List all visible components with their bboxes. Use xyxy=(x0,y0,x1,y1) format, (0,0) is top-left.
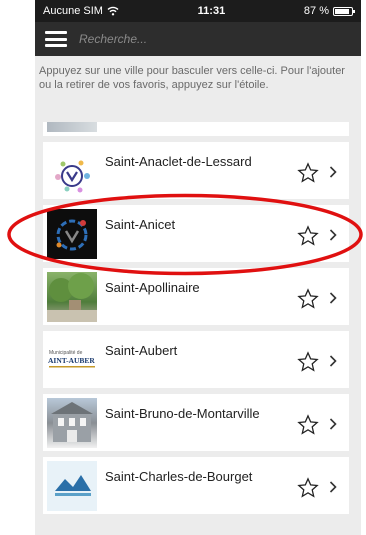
city-row-saint-aubert[interactable]: Municipalité de AINT-AUBER Saint-Aubert xyxy=(43,331,349,388)
chevron-right-icon[interactable] xyxy=(329,229,337,241)
city-thumbnail xyxy=(47,209,97,259)
carrier-label: Aucune SIM xyxy=(43,5,103,17)
city-thumbnail xyxy=(47,146,97,196)
city-row-saint-anaclet-de-lessard[interactable]: Saint-Anaclet-de-Lessard xyxy=(43,142,349,199)
city-row-saint-anicet[interactable]: Saint-Anicet xyxy=(43,205,349,262)
city-row-saint-charles-de-bourget[interactable]: Saint-Charles-de-Bourget xyxy=(43,457,349,514)
city-list: Saint-Anaclet-de-Lessard Saint-Anicet Sa… xyxy=(43,122,349,520)
battery-percent: 87 % xyxy=(303,5,329,17)
city-logo-icon xyxy=(47,461,97,511)
hamburger-menu-icon[interactable] xyxy=(45,31,67,47)
city-thumbnail xyxy=(47,272,97,322)
star-outline-icon[interactable] xyxy=(297,162,319,184)
nav-bar xyxy=(35,22,361,56)
city-thumbnail xyxy=(47,122,97,132)
city-thumbnail xyxy=(47,398,97,448)
city-logo-icon: Municipalité de AINT-AUBER xyxy=(47,350,97,368)
city-thumbnail: Municipalité de AINT-AUBER xyxy=(47,335,97,385)
star-outline-icon[interactable] xyxy=(297,477,319,499)
city-photo-icon xyxy=(47,273,97,322)
instructions-text: Appuyez sur une ville pour basculer vers… xyxy=(39,65,345,91)
battery-icon xyxy=(333,6,355,16)
chevron-right-icon[interactable] xyxy=(329,292,337,304)
search-input[interactable] xyxy=(79,27,351,51)
city-thumbnail xyxy=(47,461,97,511)
chevron-right-icon[interactable] xyxy=(329,418,337,430)
city-row-saint-apollinaire[interactable]: Saint-Apollinaire xyxy=(43,268,349,325)
phone-screen: Aucune SIM 11:31 87 % Appuyez sur une vi… xyxy=(35,0,361,535)
city-photo-icon xyxy=(51,402,93,442)
status-bar: Aucune SIM 11:31 87 % xyxy=(35,0,361,22)
star-outline-icon[interactable] xyxy=(297,288,319,310)
clock: 11:31 xyxy=(197,5,226,17)
star-outline-icon[interactable] xyxy=(297,351,319,373)
city-logo-icon xyxy=(55,160,90,193)
city-row-saint-bruno-de-montarville[interactable]: Saint-Bruno-de-Montarville xyxy=(43,394,349,451)
chevron-right-icon[interactable] xyxy=(329,355,337,367)
wifi-icon xyxy=(107,6,119,16)
city-logo-icon xyxy=(56,219,88,251)
chevron-right-icon[interactable] xyxy=(329,481,337,493)
list-item[interactable] xyxy=(43,122,349,136)
star-outline-icon[interactable] xyxy=(297,225,319,247)
chevron-right-icon[interactable] xyxy=(329,166,337,178)
star-outline-icon[interactable] xyxy=(297,414,319,436)
logo-wordmark: AINT-AUBER xyxy=(48,356,95,365)
